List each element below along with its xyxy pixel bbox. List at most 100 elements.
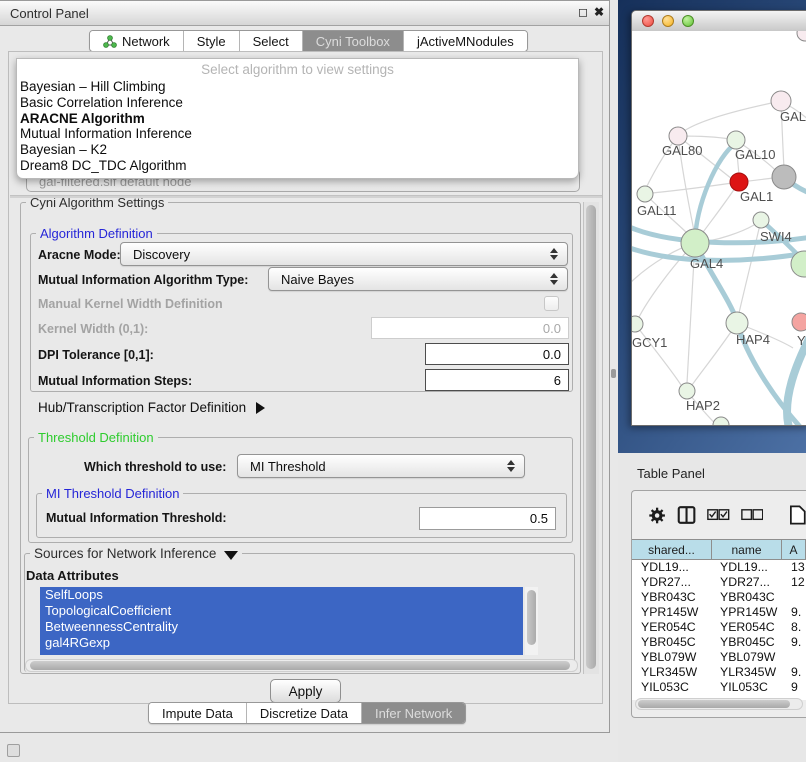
attributes-scrollbar-track[interactable] (525, 587, 538, 655)
network-node[interactable] (681, 229, 709, 257)
network-node-label: GAL1 (740, 189, 773, 204)
table-hscrollbar-track[interactable] (635, 698, 803, 710)
collapsed-panel-icon[interactable] (7, 744, 20, 757)
table-row[interactable]: YPR145WYPR145W9. (632, 605, 806, 620)
settings-hscrollbar-thumb[interactable] (30, 661, 570, 670)
network-node[interactable] (792, 313, 806, 331)
tab-jactivemnodules[interactable]: jActiveMNodules (404, 31, 527, 51)
network-node[interactable] (771, 91, 791, 111)
column-header-partial[interactable]: A (782, 540, 806, 559)
deselect-all-icon[interactable] (741, 508, 764, 522)
network-node[interactable] (713, 417, 729, 425)
data-attributes-list[interactable]: SelfLoopsTopologicalCoefficientBetweenne… (40, 587, 523, 655)
mi-threshold-field[interactable]: 0.5 (419, 507, 556, 530)
network-node-label: GAL80 (662, 143, 702, 158)
table-row[interactable]: YDR27...YDR27...12 (632, 575, 806, 590)
float-window-icon[interactable]: ◻ (578, 6, 588, 18)
table-cell (782, 650, 806, 665)
close-traffic-light-icon[interactable] (642, 15, 654, 27)
settings-scrollbar-thumb[interactable] (586, 205, 596, 669)
table-panel-body: shared... name A YDL19...YDL19...13YDR27… (631, 490, 806, 718)
attribute-list-item[interactable]: TopologicalCoefficient (40, 603, 523, 619)
tab-select[interactable]: Select (240, 31, 303, 51)
dpi-tolerance-field[interactable]: 0.0 (425, 343, 569, 365)
select-all-icon[interactable] (707, 508, 730, 522)
network-node[interactable] (726, 312, 748, 334)
new-table-icon[interactable] (790, 504, 806, 526)
network-edge-highlighted[interactable] (695, 143, 736, 243)
network-window-titlebar[interactable] (632, 11, 806, 32)
network-node-label: GAL11 (637, 203, 677, 218)
tab-infer-network[interactable]: Infer Network (362, 703, 465, 723)
algorithm-option[interactable]: Bayesian – K2 (17, 142, 578, 158)
which-threshold-combobox[interactable]: MI Threshold (237, 454, 525, 478)
network-node[interactable] (797, 31, 806, 41)
algorithm-placeholder: Select algorithm to view settings (17, 62, 578, 79)
table-cell: 8. (782, 620, 806, 635)
network-node-label: Y (797, 333, 806, 348)
table-cell: 9. (782, 635, 806, 650)
tab-cyni-toolbox[interactable]: Cyni Toolbox (303, 31, 404, 51)
table-hscrollbar-thumb[interactable] (638, 700, 790, 708)
close-icon[interactable]: ✖ (594, 6, 604, 18)
attribute-list-item[interactable]: gal4RGexp (40, 635, 523, 651)
algorithm-option[interactable]: Dream8 DC_TDC Algorithm (17, 158, 578, 174)
network-node-label: GAL (780, 109, 806, 124)
table-row[interactable]: YBL079WYBL079W (632, 650, 806, 665)
network-edge[interactable] (684, 101, 781, 131)
algorithm-option[interactable]: Basic Correlation Inference (17, 95, 578, 111)
manual-kernel-label: Manual Kernel Width Definition (38, 297, 223, 311)
table-cell: YIL053C (632, 680, 712, 695)
attributes-scrollbar-thumb[interactable] (527, 590, 536, 645)
algorithm-option[interactable]: Mutual Information Inference (17, 126, 578, 142)
table-panel-title: Table Panel (637, 466, 705, 481)
network-edge[interactable] (652, 182, 739, 193)
apply-button[interactable]: Apply (270, 679, 341, 703)
network-window: GALGAL80GAL10GAL1GAL11SWI4GAL4GCY1HAP4YH… (631, 10, 806, 426)
manual-kernel-checkbox[interactable] (544, 296, 559, 311)
kernel-width-field[interactable]: 0.0 (371, 317, 569, 339)
aracne-mode-combobox[interactable]: Discovery (120, 242, 568, 266)
gear-icon[interactable] (648, 505, 666, 526)
network-canvas[interactable]: GALGAL80GAL10GAL1GAL11SWI4GAL4GCY1HAP4YH… (632, 31, 806, 425)
column-header-sharedname[interactable]: shared... (632, 540, 712, 559)
settings-scrollbar-track[interactable] (583, 202, 599, 674)
tab-impute-data[interactable]: Impute Data (149, 703, 247, 723)
hub-definition-toggle[interactable]: Hub/Transcription Factor Definition (38, 400, 265, 415)
table-row[interactable]: YIL053CYIL053C9 (632, 680, 806, 695)
table-rows[interactable]: YDL19...YDL19...13YDR27...YDR27...12YBR0… (632, 560, 806, 700)
tab-network[interactable]: Network (90, 31, 184, 51)
network-node[interactable] (679, 383, 695, 399)
table-row[interactable]: YBR043CYBR043C (632, 590, 806, 605)
settings-hscrollbar-track[interactable] (25, 659, 578, 672)
table-row[interactable]: YLR345WYLR345W9. (632, 665, 806, 680)
network-node[interactable] (753, 212, 769, 228)
mi-steps-field[interactable]: 6 (425, 369, 569, 391)
minimize-traffic-light-icon[interactable] (662, 15, 674, 27)
network-node[interactable] (632, 316, 643, 332)
mi-type-combobox[interactable]: Naive Bayes (268, 267, 568, 291)
algorithm-option[interactable]: Bayesian – Hill Climbing (17, 79, 578, 95)
algorithm-option-selected[interactable]: ARACNE Algorithm (17, 111, 578, 127)
sources-title-row[interactable]: Sources for Network Inference (30, 546, 242, 561)
table-row[interactable]: YBR045CYBR045C9. (632, 635, 806, 650)
zoom-traffic-light-icon[interactable] (682, 15, 694, 27)
network-edge[interactable] (635, 324, 681, 385)
network-node[interactable] (772, 165, 796, 189)
attribute-list-item[interactable]: SelfLoops (40, 587, 523, 603)
panel-splitter[interactable] (611, 369, 616, 378)
tab-discretize-data[interactable]: Discretize Data (247, 703, 362, 723)
column-header-name[interactable]: name (712, 540, 782, 559)
network-edge[interactable] (739, 220, 761, 313)
network-node[interactable] (637, 186, 653, 202)
attribute-list-item[interactable]: BetweennessCentrality (40, 619, 523, 635)
table-cell: 9 (782, 680, 806, 695)
show-columns-icon[interactable] (677, 504, 696, 526)
table-row[interactable]: YDL19...YDL19...13 (632, 560, 806, 575)
network-node-label: GCY1 (632, 335, 667, 350)
tab-style[interactable]: Style (184, 31, 240, 51)
table-toolbar (632, 491, 806, 539)
table-row[interactable]: YER054CYER054C8. (632, 620, 806, 635)
mi-type-label: Mutual Information Algorithm Type: (38, 273, 248, 287)
which-threshold-label: Which threshold to use: (84, 460, 226, 474)
